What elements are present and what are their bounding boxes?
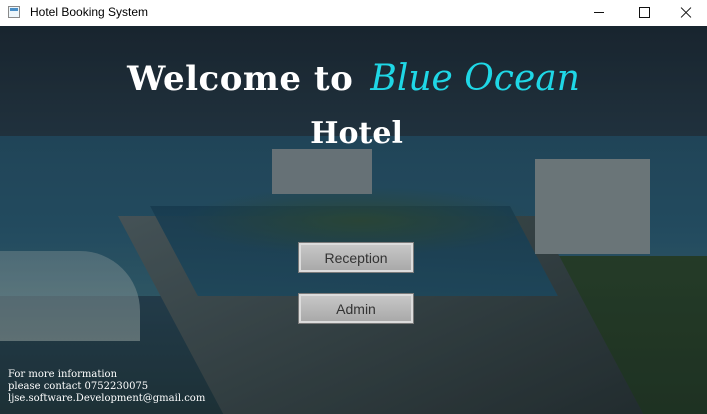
contact-line-info: For more information (8, 369, 118, 380)
contact-info: For more information please contact 0752… (8, 369, 205, 405)
close-icon[interactable] (666, 0, 707, 26)
reception-button[interactable]: Reception (298, 242, 414, 273)
contact-line-phone: please contact 0752230075 (8, 381, 149, 392)
minimize-icon[interactable] (576, 0, 622, 26)
main-panel: Welcome to Blue Ocean Hotel Reception Ad… (0, 26, 707, 414)
welcome-heading: Welcome to Blue Ocean (0, 58, 707, 99)
hotel-subtitle: Hotel (310, 116, 403, 151)
app-window-icon (8, 6, 20, 18)
welcome-text: Welcome to (127, 59, 354, 99)
maximize-icon[interactable] (621, 0, 667, 26)
contact-line-email: ljse.software.Development@gmail.com (8, 393, 206, 404)
hotel-brand-name: Blue Ocean (370, 58, 580, 99)
title-bar: Hotel Booking System (0, 0, 707, 26)
admin-button[interactable]: Admin (298, 293, 414, 324)
window-title: Hotel Booking System (30, 5, 149, 19)
